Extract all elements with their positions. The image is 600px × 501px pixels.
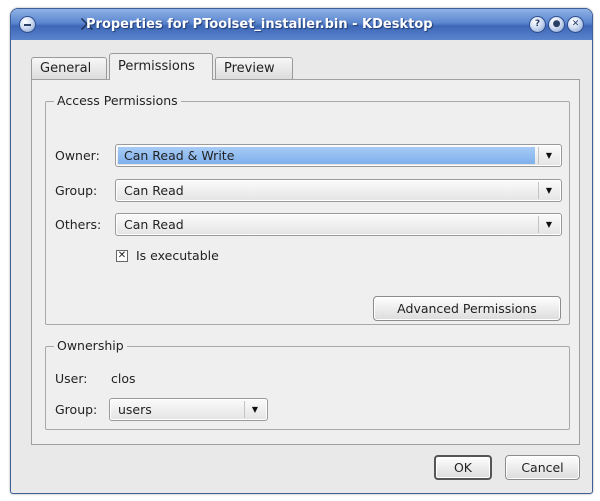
executable-label[interactable]: Is executable — [136, 248, 219, 263]
chevron-down-icon: ▼ — [244, 401, 265, 418]
help-button[interactable]: ? — [529, 16, 546, 33]
user-value: clos — [111, 371, 136, 386]
owner-label: Owner: — [55, 148, 100, 163]
chevron-down-icon: ▼ — [538, 216, 559, 233]
window-title: Properties for PToolset_installer.bin - … — [86, 17, 433, 32]
ok-button[interactable]: OK — [434, 455, 492, 480]
ownership-group-combo[interactable]: users ▼ — [109, 398, 268, 421]
ownership-group: Ownership User: clos Group: users ▼ — [45, 338, 570, 430]
tab-general[interactable]: General — [31, 57, 107, 79]
advanced-permissions-button[interactable]: Advanced Permissions — [373, 296, 561, 321]
ownership-title: Ownership — [54, 338, 127, 353]
others-label: Others: — [55, 217, 102, 232]
chevron-down-icon: ▼ — [538, 147, 559, 164]
minimize-button[interactable]: ● — [548, 16, 565, 33]
permissions-panel: Access Permissions Owner: Can Read & Wri… — [31, 79, 580, 445]
tab-preview[interactable]: Preview — [215, 57, 293, 79]
others-combo[interactable]: Can Read ▼ — [115, 213, 562, 236]
title-bar[interactable]: Properties for PToolset_installer.bin - … — [11, 9, 592, 40]
owner-value: Can Read & Write — [118, 147, 535, 164]
access-permissions-group: Access Permissions Owner: Can Read & Wri… — [45, 93, 570, 325]
owner-combo[interactable]: Can Read & Write ▼ — [115, 144, 562, 167]
ownership-group-label: Group: — [55, 402, 98, 417]
executable-checkbox[interactable]: ✕ — [116, 250, 128, 262]
tab-permissions[interactable]: Permissions — [109, 53, 213, 80]
user-label: User: — [55, 371, 88, 386]
ownership-group-value: users — [118, 402, 152, 417]
window-menu-icon[interactable] — [19, 16, 36, 33]
group-combo[interactable]: Can Read ▼ — [115, 179, 562, 202]
close-button[interactable]: ✕ — [567, 16, 584, 33]
chevron-down-icon: ▼ — [538, 182, 559, 199]
access-permissions-title: Access Permissions — [54, 93, 181, 108]
group-label: Group: — [55, 183, 98, 198]
others-value: Can Read — [124, 217, 184, 232]
properties-dialog: Properties for PToolset_installer.bin - … — [10, 8, 593, 494]
cancel-button[interactable]: Cancel — [505, 455, 580, 480]
group-value: Can Read — [124, 183, 184, 198]
